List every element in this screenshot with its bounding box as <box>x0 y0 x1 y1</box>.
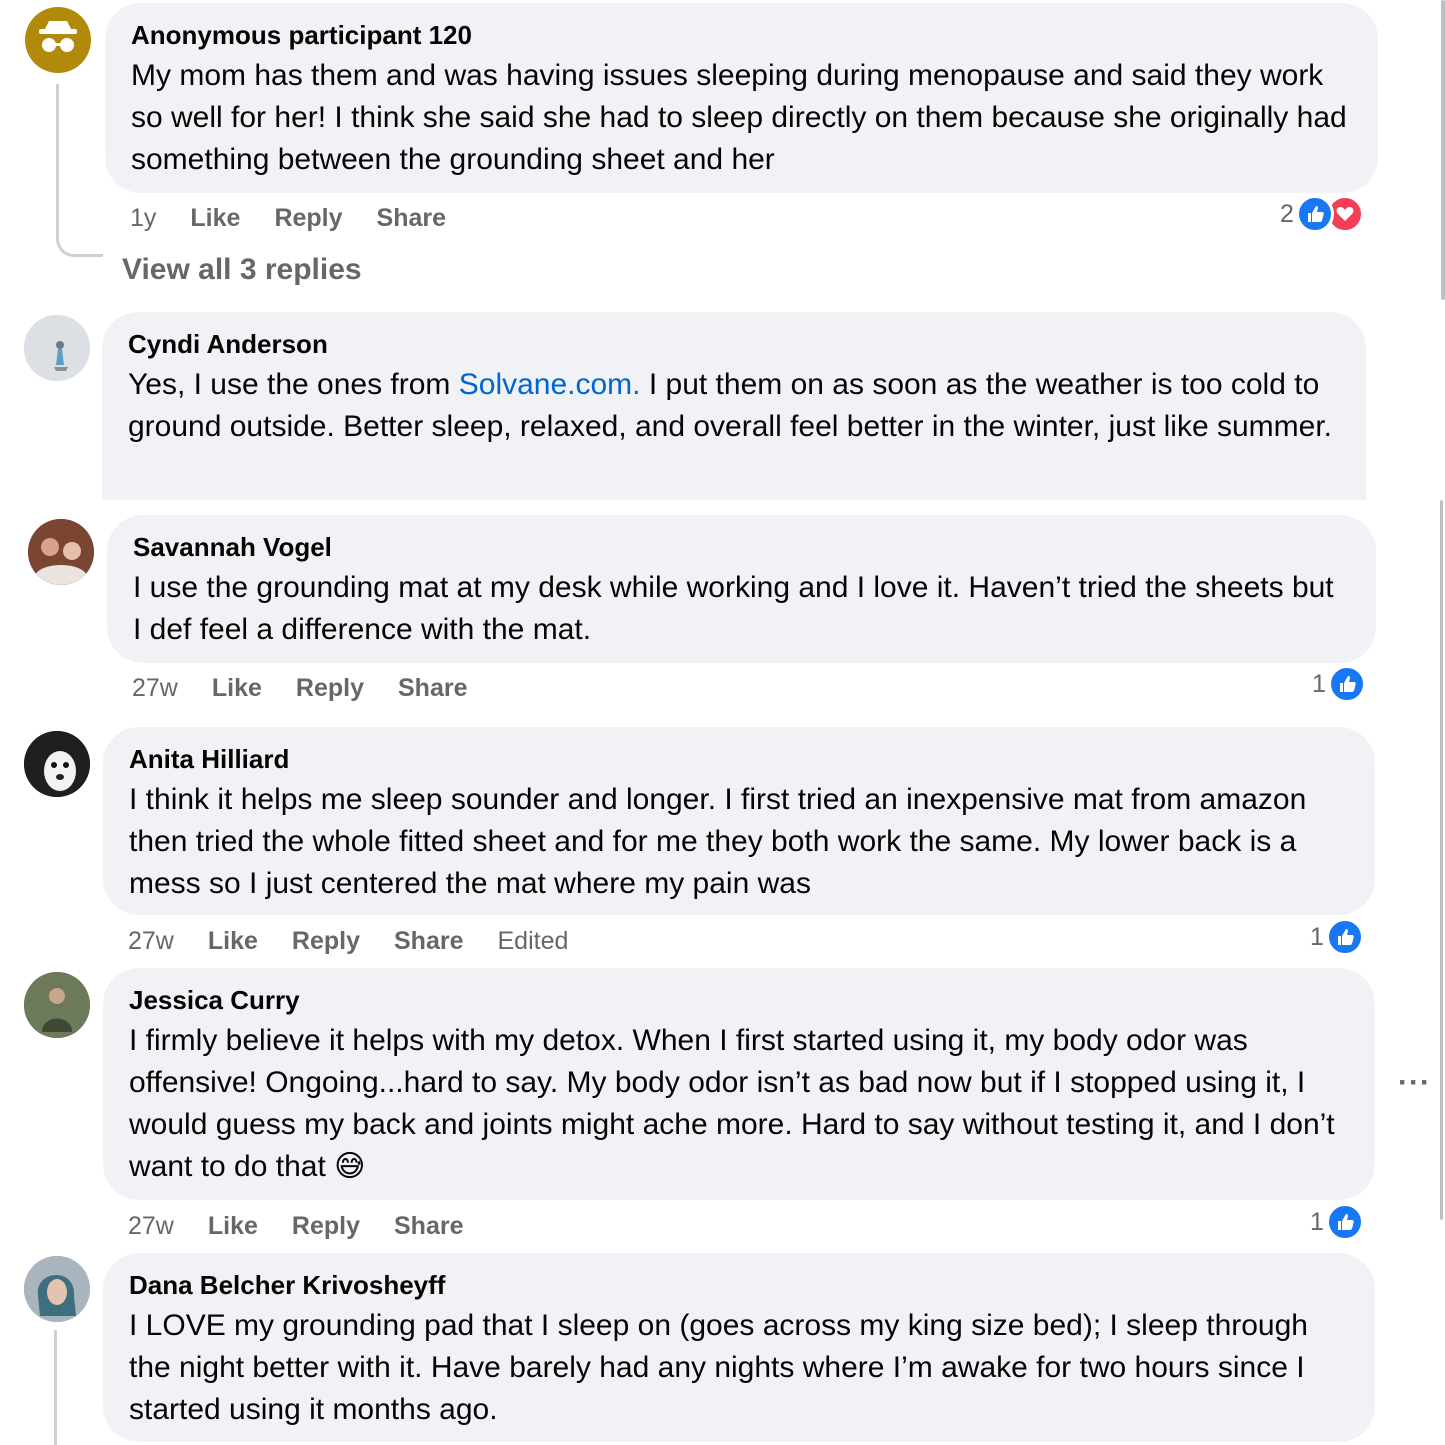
avatar[interactable] <box>28 519 94 585</box>
reaction-summary[interactable]: 1 <box>1310 918 1364 956</box>
comment-timestamp[interactable]: 27w <box>132 672 178 704</box>
reply-button[interactable]: Reply <box>292 925 360 957</box>
like-button[interactable]: Like <box>208 925 258 957</box>
comment-bubble: Cyndi Anderson Yes, I use the ones from … <box>102 312 1366 500</box>
comment-bubble: Savannah Vogel I use the grounding mat a… <box>107 515 1376 663</box>
reaction-count: 1 <box>1310 922 1324 951</box>
scrollbar[interactable] <box>1441 0 1445 300</box>
user-avatar-icon <box>28 519 94 585</box>
like-icon <box>1325 918 1364 956</box>
reply-button[interactable]: Reply <box>296 672 364 704</box>
like-icon <box>1325 1203 1364 1241</box>
user-avatar-icon <box>24 315 90 381</box>
comment-timestamp[interactable]: 27w <box>128 1210 174 1242</box>
comment-actions: 27w Like Reply Share Edited <box>128 925 602 957</box>
scrollbar[interactable] <box>1440 500 1443 1220</box>
share-button[interactable]: Share <box>394 925 463 957</box>
comment-actions: 27w Like Reply Share <box>128 1210 497 1242</box>
reply-button[interactable]: Reply <box>274 202 342 234</box>
comment-author[interactable]: Cyndi Anderson <box>128 328 1340 360</box>
comment-actions: 27w Like Reply Share <box>132 672 501 704</box>
reaction-count: 2 <box>1280 199 1294 228</box>
anonymous-icon <box>39 21 77 52</box>
grinning-sweat-emoji: 😅 <box>334 1150 366 1183</box>
comment-link[interactable]: Solvane.com. <box>459 368 641 401</box>
like-button[interactable]: Like <box>212 672 262 704</box>
avatar[interactable] <box>24 315 90 381</box>
comment-author[interactable]: Dana Belcher Krivosheyff <box>129 1269 1349 1301</box>
comment-author[interactable]: Jessica Curry <box>129 984 1349 1016</box>
like-button[interactable]: Like <box>208 1210 258 1242</box>
view-replies-link[interactable]: View all 3 replies <box>122 253 362 287</box>
avatar[interactable] <box>24 731 90 797</box>
share-button[interactable]: Share <box>398 672 467 704</box>
like-icon <box>1327 665 1366 703</box>
comment-text: I firmly believe it helps with my detox.… <box>129 1020 1349 1188</box>
comment-text: Yes, I use the ones from Solvane.com. I … <box>128 364 1340 448</box>
share-button[interactable]: Share <box>394 1210 463 1242</box>
user-avatar-icon <box>24 1256 90 1322</box>
avatar[interactable] <box>24 972 90 1038</box>
comment-timestamp[interactable]: 27w <box>128 925 174 957</box>
user-avatar-icon <box>24 731 90 797</box>
avatar[interactable] <box>24 1256 90 1322</box>
reaction-count: 1 <box>1312 669 1326 698</box>
user-avatar-icon <box>24 972 90 1038</box>
reaction-summary[interactable]: 2 <box>1280 195 1364 233</box>
comment-text-start: Yes, I use the ones from <box>128 368 459 401</box>
comment-text-body: I firmly believe it helps with my detox.… <box>129 1024 1335 1183</box>
comment-actions: 1y Like Reply Share <box>130 202 480 234</box>
comment-text: I think it helps me sleep sounder and lo… <box>129 783 1307 900</box>
comment-author[interactable]: Savannah Vogel <box>133 531 1350 563</box>
comment-text: My mom has them and was having issues sl… <box>131 59 1347 176</box>
reaction-summary[interactable]: 1 <box>1310 1203 1364 1241</box>
comment-bubble: Jessica Curry I firmly believe it helps … <box>103 968 1375 1200</box>
thread-line <box>56 84 103 257</box>
share-button[interactable]: Share <box>377 202 446 234</box>
edited-label: Edited <box>497 927 569 955</box>
reaction-summary[interactable]: 1 <box>1312 665 1366 703</box>
comment-author[interactable]: Anita Hilliard <box>129 743 1349 775</box>
comment-text: I use the grounding mat at my desk while… <box>133 571 1334 646</box>
comment-bubble: Anita Hilliard I think it helps me sleep… <box>103 727 1375 915</box>
more-options-icon[interactable]: ··· <box>1398 1066 1431 1100</box>
thread-line <box>54 1330 57 1445</box>
comment-text: I LOVE my grounding pad that I sleep on … <box>129 1309 1308 1426</box>
like-icon <box>1295 195 1334 233</box>
comment-bubble: Dana Belcher Krivosheyff I LOVE my groun… <box>103 1253 1375 1442</box>
comment-timestamp[interactable]: 1y <box>130 202 156 234</box>
comment-author[interactable]: Anonymous participant 120 <box>131 19 1352 51</box>
reply-button[interactable]: Reply <box>292 1210 360 1242</box>
like-button[interactable]: Like <box>190 202 240 234</box>
comment-bubble: Anonymous participant 120 My mom has the… <box>105 3 1378 193</box>
reaction-count: 1 <box>1310 1207 1324 1236</box>
avatar[interactable] <box>25 7 91 73</box>
